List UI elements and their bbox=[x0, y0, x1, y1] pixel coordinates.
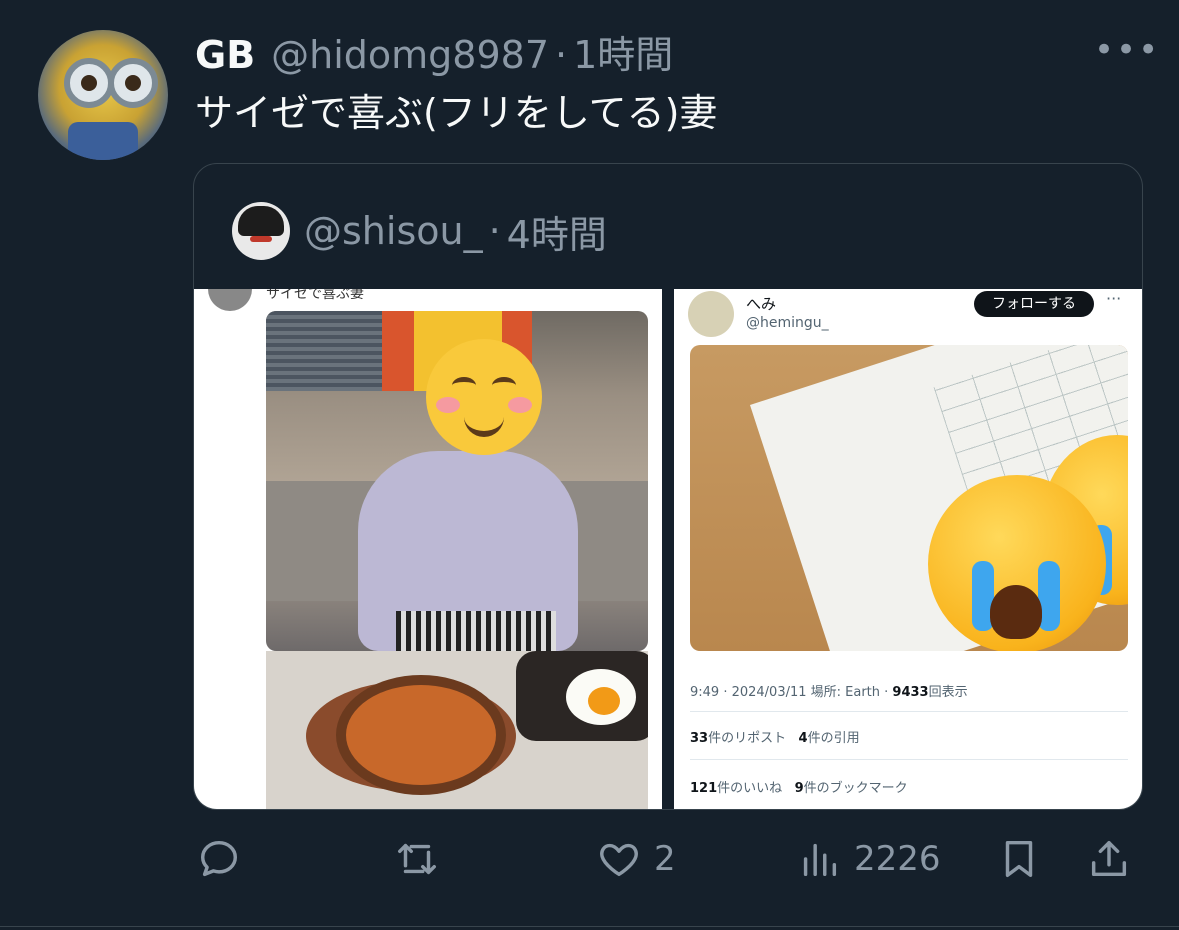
more-horizontal-icon[interactable]: ••• bbox=[1094, 30, 1160, 70]
window-blinds bbox=[266, 311, 382, 391]
bookmark-button[interactable] bbox=[996, 836, 1042, 882]
reposts-label: 件のリポスト bbox=[708, 731, 787, 746]
embedded-tweet-meta: 9:49 · 2024/03/11 場所: Earth · 9433回表示 bbox=[690, 681, 968, 700]
gratin-dish bbox=[336, 675, 506, 795]
reposts-count: 33 bbox=[690, 731, 709, 746]
smiling-face-emoji-icon bbox=[426, 339, 542, 455]
quotes-label: 件の引用 bbox=[807, 731, 860, 746]
tweet-action-bar: 2 2226 bbox=[0, 830, 1179, 890]
author-handle[interactable]: @hidomg8987 bbox=[271, 33, 549, 77]
likes-count: 121 bbox=[690, 781, 718, 796]
restaurant-photo bbox=[266, 311, 648, 651]
views-bar-chart-icon bbox=[803, 843, 837, 877]
views-button[interactable]: 2226 bbox=[796, 836, 941, 882]
avatar-overalls bbox=[68, 122, 138, 160]
tweet-header: GB @hidomg8987 · 1時間 bbox=[195, 24, 673, 77]
tweet-bottom-border bbox=[0, 926, 1179, 927]
embedded-avatar bbox=[208, 289, 252, 311]
embedded-divider bbox=[690, 759, 1128, 760]
tweet-timestamp[interactable]: 1時間 bbox=[573, 24, 673, 79]
food-photo bbox=[266, 651, 648, 809]
like-button[interactable]: 2 bbox=[596, 836, 676, 882]
author-avatar[interactable] bbox=[38, 30, 168, 160]
media-divider bbox=[662, 289, 674, 809]
crying-face-emoji-icon bbox=[928, 475, 1106, 651]
author-name[interactable]: GB bbox=[195, 33, 255, 77]
quoted-tweet-card[interactable]: @shisou_ · 4時間 サイゼで喜ぶ妻 へみ @hemingu_ フォロー… bbox=[193, 163, 1143, 810]
embedded-profile-handle: @hemingu_ bbox=[746, 315, 829, 331]
quoted-media-image-right[interactable]: へみ @hemingu_ フォローする ··· 9:49 · 2024/03/1… bbox=[674, 289, 1142, 809]
retweet-icon bbox=[398, 843, 436, 875]
reply-button[interactable] bbox=[196, 836, 242, 882]
quoted-author-avatar bbox=[232, 202, 290, 260]
reply-icon bbox=[200, 840, 238, 877]
person-skirt bbox=[396, 611, 556, 651]
avatar-goggle-right bbox=[108, 58, 158, 108]
quotes-count: 4 bbox=[798, 731, 808, 746]
header-separator: · bbox=[555, 33, 568, 77]
heart-icon bbox=[600, 843, 638, 877]
quoted-tweet-header: @shisou_ · 4時間 bbox=[232, 202, 607, 260]
likes-label: 件のいいね bbox=[717, 781, 783, 796]
embedded-caption: サイゼで喜ぶ妻 bbox=[266, 289, 364, 302]
embedded-follow-button: フォローする bbox=[974, 291, 1094, 317]
embedded-like-stats: 121件のいいね 9件のブックマーク bbox=[690, 777, 908, 796]
meta-prefix: 9:49 · 2024/03/11 場所: Earth · bbox=[690, 685, 893, 700]
bookmarks-count: 9 bbox=[794, 781, 804, 796]
document-photo bbox=[690, 345, 1128, 651]
share-icon bbox=[1091, 840, 1127, 877]
quoted-author-handle: @shisou_ bbox=[304, 209, 483, 253]
views-count: 2226 bbox=[854, 839, 941, 879]
embedded-profile-name: へみ bbox=[746, 295, 777, 313]
embedded-profile-avatar bbox=[688, 291, 734, 337]
embedded-repost-stats: 33件のリポスト 4件の引用 bbox=[690, 727, 860, 746]
meta-views: 9433 bbox=[892, 685, 929, 700]
bookmark-icon bbox=[1005, 840, 1033, 878]
meta-suffix: 回表示 bbox=[928, 685, 968, 700]
egg-yolk bbox=[588, 687, 620, 715]
share-button[interactable] bbox=[1086, 836, 1132, 882]
avatar-goggle-left bbox=[64, 58, 114, 108]
retweet-button[interactable] bbox=[394, 836, 440, 882]
embedded-more-icon: ··· bbox=[1106, 289, 1122, 308]
quoted-header-separator: · bbox=[488, 209, 501, 253]
bookmarks-label: 件のブックマーク bbox=[803, 781, 908, 796]
quoted-tweet-timestamp: 4時間 bbox=[506, 212, 607, 257]
like-count: 2 bbox=[654, 839, 676, 879]
embedded-divider bbox=[690, 711, 1128, 712]
quoted-media-image-left[interactable]: サイゼで喜ぶ妻 bbox=[194, 289, 662, 809]
tweet-text: サイゼで喜ぶ(フリをしてる)妻 bbox=[195, 91, 718, 135]
